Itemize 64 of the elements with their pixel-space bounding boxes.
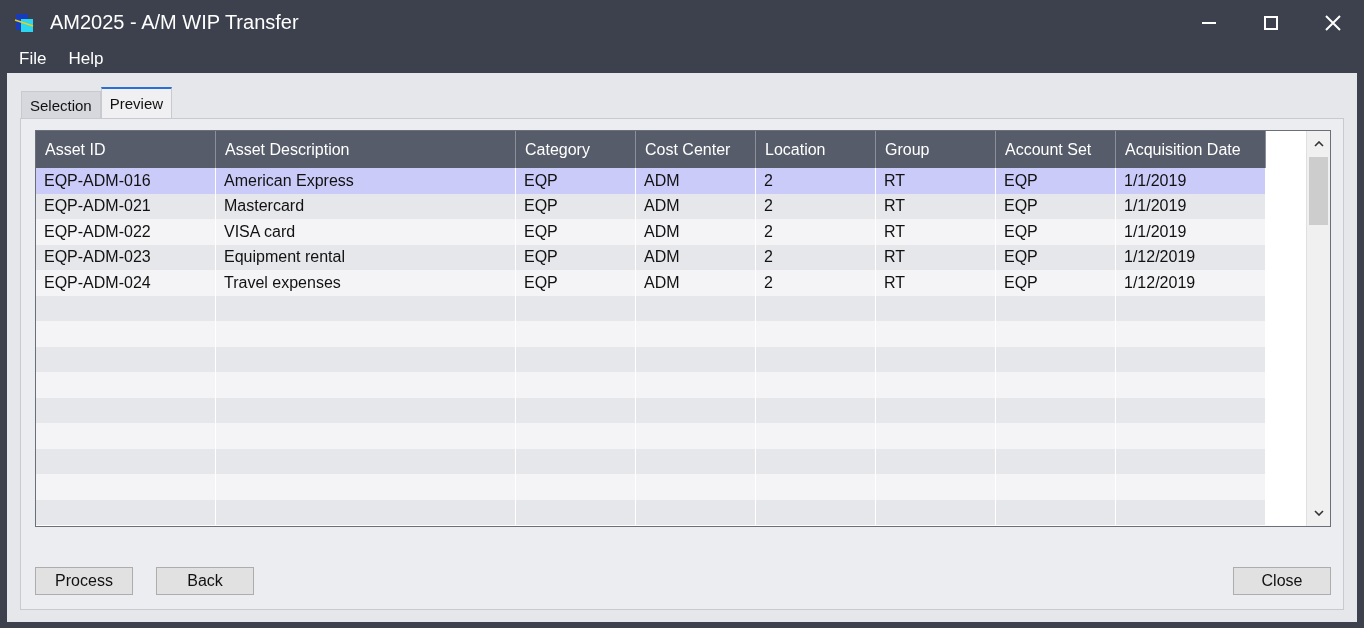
table-cell: ADM <box>636 168 756 194</box>
table-cell: 1/12/2019 <box>1116 244 1266 270</box>
table-cell: RT <box>876 270 996 296</box>
table-cell: RT <box>876 193 996 219</box>
table-cell: EQP <box>516 219 636 245</box>
table-cell: ADM <box>636 219 756 245</box>
table-cell: EQP <box>516 168 636 194</box>
column-header[interactable]: Category <box>516 131 636 168</box>
table-cell: VISA card <box>216 219 516 245</box>
action-button[interactable]: Process <box>35 567 133 595</box>
table-cell: EQP-ADM-021 <box>36 193 216 219</box>
scrollbar-thumb[interactable] <box>1309 157 1328 225</box>
table-cell: 1/1/2019 <box>1116 168 1266 194</box>
table-cell: 1/1/2019 <box>1116 219 1266 245</box>
table-cell: RT <box>876 219 996 245</box>
table-cell: 2 <box>756 219 876 245</box>
table-cell: EQP-ADM-022 <box>36 219 216 245</box>
table-cell: American Express <box>216 168 516 194</box>
table-cell: 2 <box>756 168 876 194</box>
table-cell: ADM <box>636 193 756 219</box>
column-header[interactable]: Location <box>756 131 876 168</box>
column-header[interactable]: Acquisition Date <box>1116 131 1266 168</box>
column-header[interactable]: Group <box>876 131 996 168</box>
table-cell: 2 <box>756 270 876 296</box>
table-cell: 1/1/2019 <box>1116 193 1266 219</box>
column-header[interactable]: Cost Center <box>636 131 756 168</box>
action-button[interactable]: Close <box>1233 567 1331 595</box>
table-cell: EQP-ADM-024 <box>36 270 216 296</box>
tab[interactable]: Selection <box>21 91 101 118</box>
table-cell: EQP <box>996 244 1116 270</box>
app-icon <box>14 11 36 34</box>
menu-item[interactable]: File <box>12 47 54 71</box>
table-cell: RT <box>876 244 996 270</box>
chevron-up-icon[interactable] <box>1313 141 1324 147</box>
table-cell: 1/12/2019 <box>1116 270 1266 296</box>
table-cell: EQP-ADM-023 <box>36 244 216 270</box>
window-title: AM2025 - A/M WIP Transfer <box>50 11 300 34</box>
table-cell: ADM <box>636 244 756 270</box>
vertical-scrollbar[interactable] <box>1306 131 1330 526</box>
column-header[interactable]: Asset ID <box>36 131 216 168</box>
maximize-icon <box>1264 15 1278 30</box>
table-cell: Mastercard <box>216 193 516 219</box>
table-cell: EQP <box>996 193 1116 219</box>
table-cell: EQP <box>516 193 636 219</box>
table-cell: EQP <box>996 168 1116 194</box>
minimize-icon <box>1202 21 1216 24</box>
chevron-down-icon[interactable] <box>1313 510 1324 516</box>
table-cell: Travel expenses <box>216 270 516 296</box>
table-cell: EQP <box>516 244 636 270</box>
column-header[interactable]: Account Set <box>996 131 1116 168</box>
table-cell: EQP-ADM-016 <box>36 168 216 194</box>
menu-item[interactable]: Help <box>61 47 111 71</box>
table-cell: 2 <box>756 244 876 270</box>
table-cell: EQP <box>996 270 1116 296</box>
table-cell: RT <box>876 168 996 194</box>
column-header[interactable]: Asset Description <box>216 131 516 168</box>
close-icon <box>1325 14 1341 31</box>
table-cell: EQP <box>996 219 1116 245</box>
tab[interactable]: Preview <box>100 87 173 118</box>
table-cell: 2 <box>756 193 876 219</box>
table-cell: EQP <box>516 270 636 296</box>
table-cell: ADM <box>636 270 756 296</box>
table-cell: Equipment rental <box>216 244 516 270</box>
action-button[interactable]: Back <box>156 567 254 595</box>
